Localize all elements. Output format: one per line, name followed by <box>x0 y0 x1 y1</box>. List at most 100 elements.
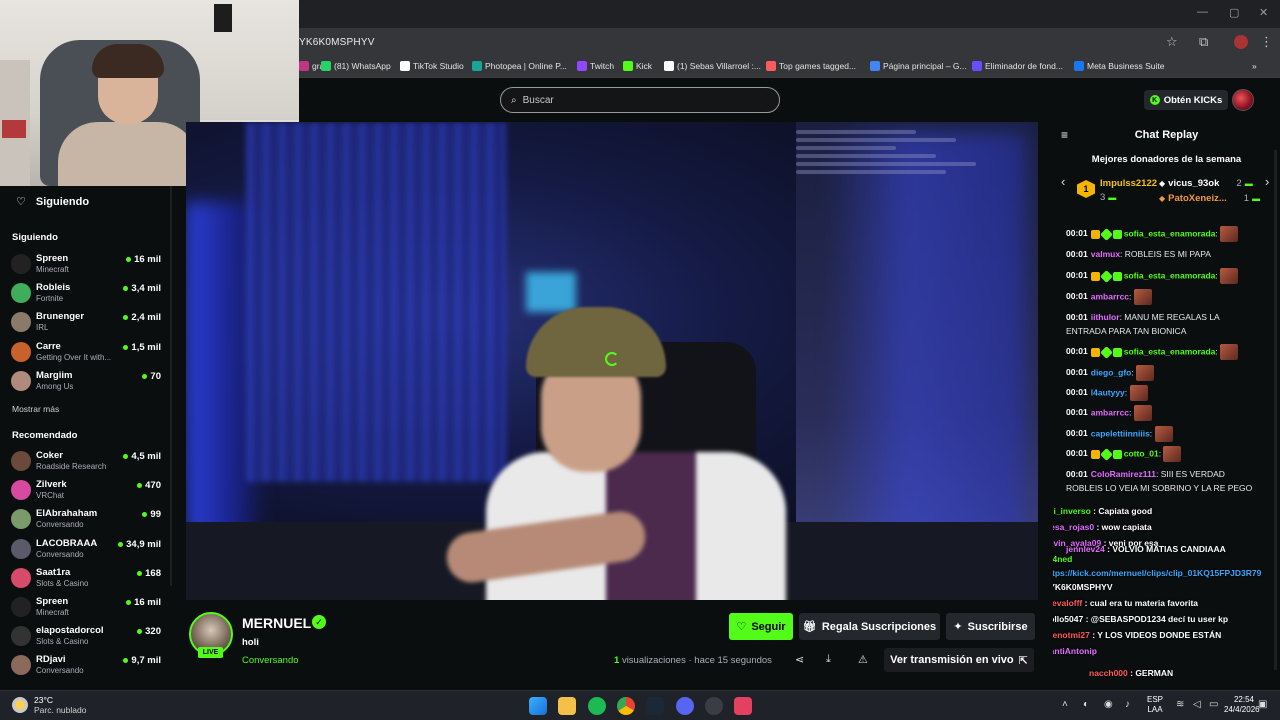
donor-1[interactable]: Impulss2122 <box>1100 178 1157 189</box>
tray-app-icon[interactable]: ◐ <box>1083 699 1089 710</box>
battery-icon[interactable]: ▭ <box>1209 699 1218 710</box>
maximize-icon[interactable]: ▢ <box>1229 6 1239 19</box>
bookmark-item[interactable]: (1) Sebas Villarroel :... <box>664 61 761 71</box>
chat-timestamp: 00:01 <box>1066 291 1088 302</box>
weather-widget[interactable]: 23°C Parc. nublado <box>12 695 86 715</box>
download-icon[interactable]: ⤓ <box>826 653 831 666</box>
channel-avatar <box>11 480 31 501</box>
sidebar-channel-spreen[interactable]: Spreen Minecraft 16 mil <box>11 595 161 621</box>
sidebar-channel-saat1ra[interactable]: Saat1ra Slots & Casino 168 <box>11 566 161 592</box>
chat-username[interactable]: iithulor <box>1091 312 1120 322</box>
subscribe-button[interactable]: ✦ Suscribirse <box>946 613 1035 640</box>
more-menu-icon[interactable]: ⋮ <box>1260 34 1273 50</box>
chat-username[interactable]: ambarrcc <box>1091 291 1129 301</box>
chat-title: Chat Replay <box>1134 129 1199 141</box>
sidebar-channel-elapostadorcol[interactable]: elapostadorcol Slots & Casino 320 <box>11 624 161 650</box>
show-more-link[interactable]: Mostrar más <box>12 404 59 414</box>
bookmarks-overflow-icon[interactable]: » <box>1252 61 1257 71</box>
channel-category: Minecraft <box>36 608 69 617</box>
user-avatar[interactable] <box>1232 89 1254 111</box>
chat-username[interactable]: capelettiinniiis <box>1091 428 1150 438</box>
chat-username[interactable]: cotto_01 <box>1124 448 1159 458</box>
start-icon[interactable] <box>529 697 547 715</box>
bookmark-star-icon[interactable]: ☆ <box>1166 34 1178 50</box>
profile-icon[interactable] <box>1234 35 1248 49</box>
bookmark-item[interactable]: Meta Business Suite <box>1074 61 1164 71</box>
channel-avatar <box>11 655 31 676</box>
close-window-icon[interactable]: ✕ <box>1259 6 1268 19</box>
clock[interactable]: 22:54 24/4/2026 <box>1224 695 1260 715</box>
sidebar-channel-carre[interactable]: Carre Getting Over It with... 1,5 mil <box>11 340 161 366</box>
chevron-right-icon[interactable]: › <box>1265 174 1269 189</box>
search-box[interactable]: ⌕ <box>500 87 780 113</box>
sidebar-scrollbar[interactable] <box>170 186 172 586</box>
live-dot-icon <box>118 541 124 547</box>
overlay-chat-line: https://kick.com/mernuel/clips/clip_01KQ… <box>1053 567 1261 580</box>
tray-chevron-icon[interactable]: ˄ <box>1062 699 1068 710</box>
watch-live-button[interactable]: Ver transmisión en vivo ⇱ <box>884 648 1034 672</box>
volume-icon[interactable]: ◁ <box>1193 699 1201 710</box>
weather-condition: Parc. nublado <box>34 705 87 715</box>
bookmark-item[interactable]: Top games tagged... <box>766 61 856 71</box>
chat-username[interactable]: valmux <box>1091 249 1120 259</box>
streamer-name[interactable]: MERNUEL <box>242 615 311 631</box>
spotify-icon[interactable] <box>588 697 606 715</box>
bookmark-item[interactable]: (81) WhatsApp <box>321 61 391 71</box>
bookmark-item[interactable]: TikTok Studio <box>400 61 464 71</box>
steam-icon[interactable] <box>646 697 664 715</box>
sidebar-channel-zilverk[interactable]: Zilverk VRChat 470 <box>11 478 161 504</box>
app-icon[interactable] <box>705 697 723 715</box>
tiktok-icon[interactable] <box>734 697 752 715</box>
minimize-icon[interactable]: — <box>1197 6 1208 18</box>
overlay-username: arevalofff <box>1053 598 1083 608</box>
donor-3[interactable]: ◆ PatoXeneiz... 1 ▬ <box>1159 193 1260 204</box>
sidebar-channel-rdjavi[interactable]: RDjavi Conversando 9,7 mil <box>11 653 161 679</box>
overlay-chat-line: Bl4ned <box>1053 553 1072 566</box>
search-input[interactable] <box>522 94 743 106</box>
sidebar-channel-elabrahaham[interactable]: ElAbrahaham Conversando 99 <box>11 507 161 533</box>
donor-2[interactable]: ◆ vicus_93ok 2 ▬ <box>1159 178 1253 189</box>
sidebar-channel-robleis[interactable]: Robleis Fortnite 3,4 mil <box>11 281 161 307</box>
chat-username[interactable]: diego_gfo <box>1091 367 1132 377</box>
file-explorer-icon[interactable] <box>558 697 576 715</box>
sidebar-channel-lacobraaa[interactable]: LACOBRAAA Conversando 34,9 mil <box>11 537 161 563</box>
donor-1-amount: 3 ▬ <box>1100 192 1116 203</box>
chat-username[interactable]: ambarrcc <box>1091 407 1129 417</box>
bookmark-item[interactable]: Twitch <box>577 61 614 71</box>
chat-username[interactable]: sofia_esta_enamorada <box>1124 228 1216 238</box>
sidebar-following-header[interactable]: ♡ Siguiendo <box>16 195 89 209</box>
bookmark-item[interactable]: Página principal – G... <box>870 61 967 71</box>
chat-timestamp: 00:01 <box>1066 312 1088 322</box>
chat-username[interactable]: ColoRamirez111 <box>1091 469 1156 479</box>
chevron-left-icon[interactable]: ‹ <box>1061 174 1065 189</box>
chat-username[interactable]: sofia_esta_enamorada <box>1124 270 1216 280</box>
extensions-icon[interactable]: ⧉ <box>1199 34 1208 50</box>
bookmark-item[interactable]: Eliminador de fond... <box>972 61 1063 71</box>
sidebar-channel-margiim[interactable]: Margiim Among Us 70 <box>11 369 161 395</box>
chat-scrollbar[interactable] <box>1274 150 1277 670</box>
report-icon[interactable]: ⚠ <box>858 653 868 666</box>
chrome-icon[interactable] <box>617 697 635 715</box>
url-text[interactable]: YK6K0MSPHYV <box>299 37 375 48</box>
chat-username[interactable]: l4autyyy <box>1091 387 1125 397</box>
discord-icon[interactable] <box>676 697 694 715</box>
stream-category[interactable]: Conversando <box>242 655 299 666</box>
channel-avatar <box>11 283 31 304</box>
tray-app-icon[interactable]: ◉ <box>1104 699 1113 710</box>
chat-username[interactable]: sofia_esta_enamorada <box>1124 346 1216 356</box>
gift-subs-button[interactable]: 🎁︎ Regala Suscripciones <box>799 613 940 640</box>
sidebar-channel-spreen[interactable]: Spreen Minecraft 16 mil <box>11 252 161 278</box>
notification-icon[interactable]: ▣ <box>1258 699 1267 710</box>
bookmark-item[interactable]: Kick <box>623 61 652 71</box>
sidebar-channel-brunenger[interactable]: Brunenger IRL 2,4 mil <box>11 310 161 336</box>
share-icon[interactable]: ⋖ <box>795 653 804 666</box>
get-kicks-button[interactable]: K Obtén KICKs <box>1144 90 1228 110</box>
bookmark-item[interactable]: Photopea | Online P... <box>472 61 567 71</box>
microphone-icon[interactable]: ♪ <box>1125 699 1130 710</box>
language-indicator[interactable]: ESP LAA <box>1147 695 1163 715</box>
viewer-count: 168 <box>137 568 161 579</box>
star-icon: ✦ <box>953 621 963 633</box>
follow-button[interactable]: ♡ Seguir <box>729 613 793 640</box>
sidebar-channel-coker[interactable]: Coker Roadside Research 4,5 mil <box>11 449 161 475</box>
wifi-icon[interactable]: ≋ <box>1176 699 1184 710</box>
